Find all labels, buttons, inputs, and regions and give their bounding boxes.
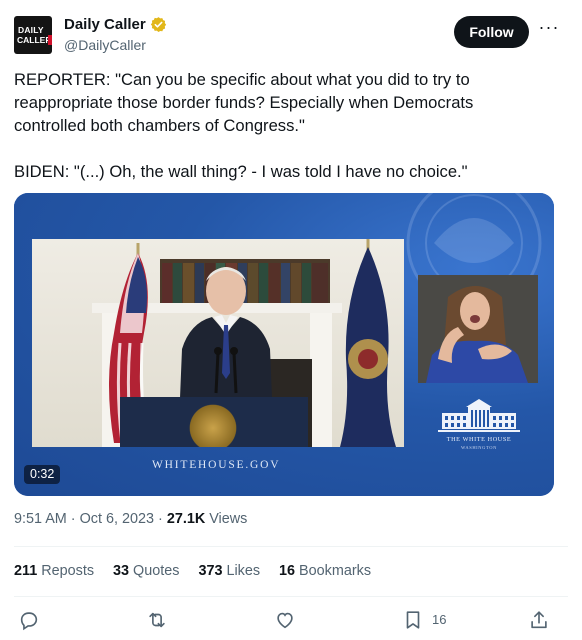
quotes-stat[interactable]: 33 Quotes xyxy=(113,563,179,579)
tweet-line: BIDEN: "(...) Oh, the wall thing? - I wa… xyxy=(14,162,468,181)
reposts-stat[interactable]: 211 Reposts xyxy=(14,563,94,579)
repost-icon[interactable] xyxy=(146,609,168,631)
sign-interpreter-inset xyxy=(418,275,538,383)
video-duration-badge: 0:32 xyxy=(24,465,61,484)
bookmarks-stat[interactable]: 16 Bookmarks xyxy=(279,563,371,579)
divider xyxy=(14,596,568,597)
author-name[interactable]: Daily Caller xyxy=(64,16,146,33)
tweet-date[interactable]: Oct 6, 2023 xyxy=(80,511,154,527)
bookmarks-count: 16 xyxy=(279,563,296,579)
tweet-time[interactable]: 9:51 AM xyxy=(14,511,67,527)
views-label: Views xyxy=(205,511,248,527)
likes-count: 373 xyxy=(198,563,223,579)
avatar-accent xyxy=(48,35,52,45)
meta-separator: · xyxy=(154,511,167,527)
quotes-label: Quotes xyxy=(129,563,180,579)
interpreter-figure xyxy=(418,275,538,383)
follow-button[interactable]: Follow xyxy=(454,16,529,48)
tweet-line: controlled both chambers of Congress." xyxy=(14,116,305,135)
author-name-row: Daily Caller xyxy=(64,16,167,33)
likes-label: Likes xyxy=(222,563,261,579)
bookmark-icon[interactable] xyxy=(402,609,424,631)
divider xyxy=(14,546,568,547)
more-options-icon[interactable]: ··· xyxy=(538,18,560,40)
verified-badge-icon xyxy=(150,17,166,32)
views-count: 27.1K xyxy=(166,511,206,527)
tweet-line: reappropriate those border funds? Especi… xyxy=(14,93,474,112)
tweet-meta: 9:51 AM · Oct 6, 2023 · 27.1K Views xyxy=(14,511,247,527)
video-player[interactable]: THE WHITE HOUSE WASHINGTON WHITEHOUSE.GO… xyxy=(14,193,554,496)
presidential-seal-icon xyxy=(186,401,240,447)
whitehouse-gov-watermark: WHITEHOUSE.GOV xyxy=(152,459,281,471)
quotes-count: 33 xyxy=(113,563,130,579)
bookmarks-label: Bookmarks xyxy=(295,563,372,579)
likes-stat[interactable]: 373 Likes xyxy=(198,563,260,579)
avatar-logo-text: DAILY xyxy=(18,25,44,35)
avatar-logo-text: CALLER xyxy=(17,35,52,45)
bookmark-count: 16 xyxy=(432,612,447,627)
reposts-count: 211 xyxy=(14,563,38,579)
press-room-scene xyxy=(32,239,404,447)
tweet-header: DAILY CALLER Daily Caller @DailyCaller F… xyxy=(14,14,568,58)
reposts-label: Reposts xyxy=(37,563,95,579)
heart-icon[interactable] xyxy=(274,609,296,631)
author-handle[interactable]: @DailyCaller xyxy=(64,37,146,53)
tweet-line: REPORTER: "Can you be specific about wha… xyxy=(14,70,470,89)
tweet-text: REPORTER: "Can you be specific about wha… xyxy=(14,68,564,183)
white-house-logo-subtext: WASHINGTON xyxy=(461,445,497,450)
meta-separator: · xyxy=(66,511,80,527)
white-house-logo-icon xyxy=(438,399,520,432)
engagement-stats: 211 Reposts 33 Quotes 373 Likes 16 Bookm… xyxy=(14,563,390,579)
reply-icon[interactable] xyxy=(18,609,40,631)
action-bar: 16 xyxy=(14,607,568,633)
share-icon[interactable] xyxy=(528,609,550,631)
white-house-logo-text: THE WHITE HOUSE xyxy=(446,436,512,443)
avatar[interactable]: DAILY CALLER xyxy=(14,16,52,54)
presidential-flag xyxy=(340,239,396,447)
